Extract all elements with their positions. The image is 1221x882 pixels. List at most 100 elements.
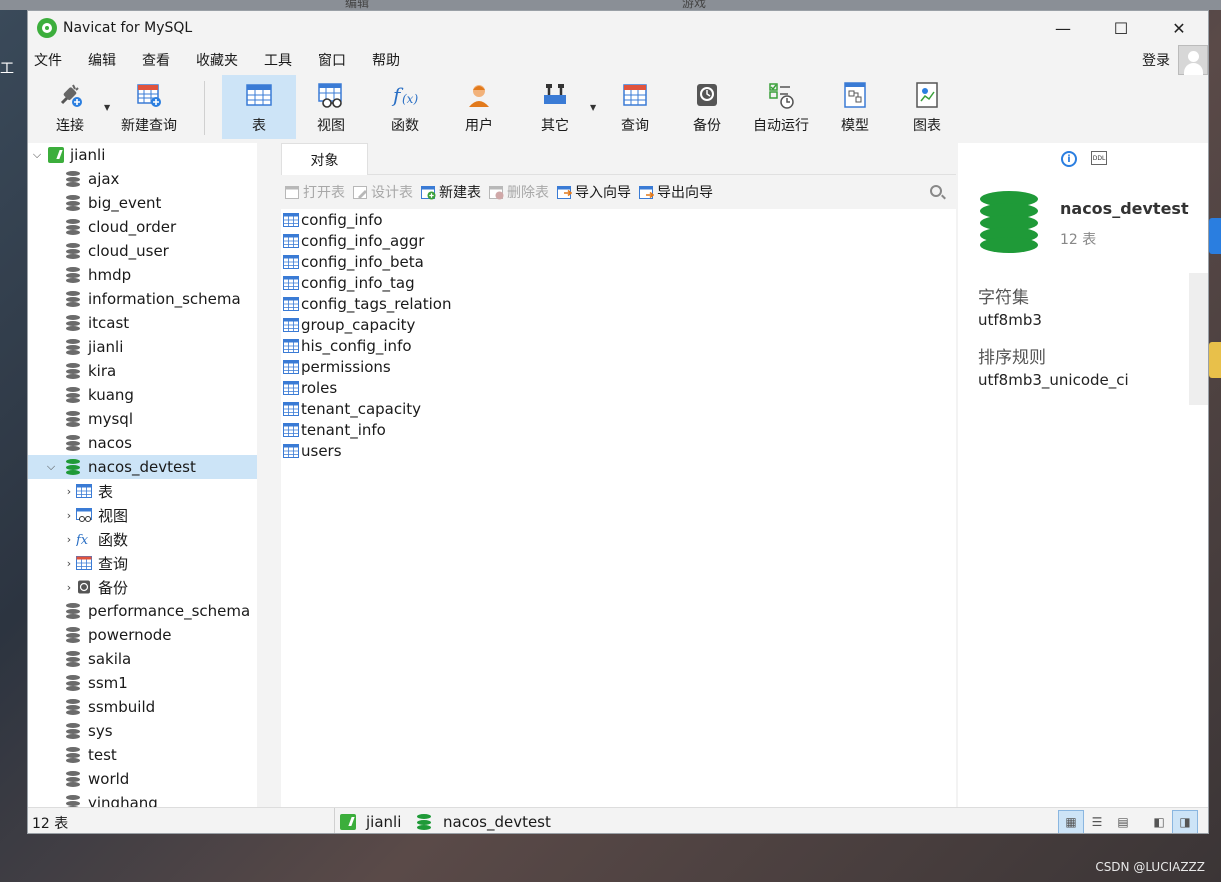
toolbar-schedule-button[interactable]: 自动运行 — [746, 75, 816, 139]
tree-db-item[interactable]: yinghang — [28, 791, 257, 807]
chevron-right-icon[interactable]: › — [62, 485, 76, 498]
table-item[interactable]: roles — [281, 377, 956, 398]
maximize-button[interactable]: ☐ — [1092, 11, 1150, 45]
tree-db-item[interactable]: performance_schema — [28, 599, 257, 623]
grid-view-icon[interactable]: ▦ — [1058, 810, 1084, 833]
chevron-right-icon[interactable]: › — [62, 509, 76, 522]
tools-icon — [541, 81, 569, 109]
toolbar-function-button[interactable]: f (x) 函数 — [372, 75, 438, 139]
database-icon — [66, 435, 80, 451]
menu-window[interactable]: 窗口 — [312, 50, 366, 70]
toolbar-backup-button[interactable]: 备份 — [674, 75, 740, 139]
menu-file[interactable]: 文件 — [28, 50, 82, 70]
chevron-down-icon[interactable]: ▼ — [590, 103, 596, 112]
split-right-icon[interactable]: ◨ — [1172, 810, 1198, 833]
tree-db-item[interactable]: jianli — [28, 335, 257, 359]
tree-sub-tables[interactable]: › 表 — [28, 479, 257, 503]
tree-db-item[interactable]: sakila — [28, 647, 257, 671]
design-table-button[interactable]: 设计表 — [353, 182, 413, 202]
tree-db-item[interactable]: nacos — [28, 431, 257, 455]
import-wizard-button[interactable]: 导入向导 — [557, 182, 631, 202]
toolbar-connect-button[interactable]: 连接 — [42, 75, 98, 139]
tree-connection-jianli[interactable]: ⌵ jianli — [28, 143, 257, 167]
table-item[interactable]: users — [281, 440, 956, 461]
menu-help[interactable]: 帮助 — [366, 50, 417, 70]
chevron-down-icon[interactable]: ▼ — [104, 103, 110, 112]
tree-db-item[interactable]: test — [28, 743, 257, 767]
tree-db-item[interactable]: hmdp — [28, 263, 257, 287]
toolbar-new-query-button[interactable]: 新建查询 — [116, 75, 182, 139]
chevron-right-icon[interactable]: › — [62, 581, 76, 594]
tree-db-item[interactable]: mysql — [28, 407, 257, 431]
table-item[interactable]: tenant_info — [281, 419, 956, 440]
toolbar-other-button[interactable]: 其它 — [522, 75, 588, 139]
toolbar-user-button[interactable]: 用户 — [446, 75, 512, 139]
menu-edit[interactable]: 编辑 — [82, 50, 136, 70]
tree-db-item[interactable]: information_schema — [28, 287, 257, 311]
toolbar-label: 自动运行 — [753, 118, 809, 134]
chevron-down-icon[interactable]: ⌵ — [44, 460, 58, 474]
info-icon[interactable]: i — [1061, 151, 1077, 167]
split-left-icon[interactable]: ◧ — [1146, 810, 1172, 833]
tree-db-nacos-devtest[interactable]: ⌵ nacos_devtest — [28, 455, 257, 479]
tree-db-item[interactable]: ssmbuild — [28, 695, 257, 719]
avatar[interactable] — [1178, 45, 1208, 75]
detail-view-icon[interactable]: ▤ — [1110, 810, 1136, 833]
chevron-down-icon[interactable]: ⌵ — [30, 148, 44, 162]
tree-sub-backups[interactable]: › 备份 — [28, 575, 257, 599]
table-item[interactable]: his_config_info — [281, 335, 956, 356]
tree-db-item[interactable]: ssm1 — [28, 671, 257, 695]
table-icon — [283, 401, 299, 416]
tree-db-item[interactable]: cloud_order — [28, 215, 257, 239]
ddl-icon[interactable]: DDL — [1091, 151, 1107, 165]
table-item[interactable]: permissions — [281, 356, 956, 377]
login-link[interactable]: 登录 — [1142, 50, 1170, 70]
info-panel-scrollbar[interactable] — [1189, 273, 1208, 405]
table-item[interactable]: config_info_beta — [281, 251, 956, 272]
toolbar-chart-button[interactable]: 图表 — [894, 75, 960, 139]
status-count: 12 表 — [32, 816, 69, 832]
search-icon[interactable] — [930, 185, 942, 197]
open-table-button[interactable]: 打开表 — [285, 182, 345, 202]
tree-db-item[interactable]: cloud_user — [28, 239, 257, 263]
menu-favorites[interactable]: 收藏夹 — [190, 50, 258, 70]
tree-label: big_event — [88, 194, 162, 212]
menu-tools[interactable]: 工具 — [258, 50, 312, 70]
tree-db-item[interactable]: kuang — [28, 383, 257, 407]
tree-db-item[interactable]: powernode — [28, 623, 257, 647]
list-view-icon[interactable]: ☰ — [1084, 810, 1110, 833]
tree-sub-functions[interactable]: › fx 函数 — [28, 527, 257, 551]
tree-sub-queries[interactable]: › 查询 — [28, 551, 257, 575]
toolbar-table-button[interactable]: 表 — [222, 75, 296, 139]
close-button[interactable]: ✕ — [1150, 11, 1208, 45]
tree-db-item[interactable]: big_event — [28, 191, 257, 215]
tree-db-item[interactable]: world — [28, 767, 257, 791]
chevron-right-icon[interactable]: › — [62, 533, 76, 546]
menu-view[interactable]: 查看 — [136, 50, 190, 70]
new-table-button[interactable]: 新建表 — [421, 182, 481, 202]
tree-db-item[interactable]: itcast — [28, 311, 257, 335]
tab-objects[interactable]: 对象 — [281, 143, 368, 175]
table-list: config_info config_info_aggr config_info_b… — [281, 209, 956, 461]
tree-db-item[interactable]: sys — [28, 719, 257, 743]
toolbar-query-button[interactable]: 查询 — [602, 75, 668, 139]
toolbar-model-button[interactable]: 模型 — [822, 75, 888, 139]
toolbar-divider — [204, 81, 205, 135]
toolbar-view-button[interactable]: 视图 — [298, 75, 364, 139]
minimize-button[interactable]: — — [1034, 11, 1092, 45]
tree-db-item[interactable]: kira — [28, 359, 257, 383]
table-item[interactable]: config_info — [281, 209, 956, 230]
chevron-right-icon[interactable]: › — [62, 557, 76, 570]
table-item[interactable]: group_capacity — [281, 314, 956, 335]
table-item[interactable]: config_info_aggr — [281, 230, 956, 251]
tree-db-item[interactable]: ajax — [28, 167, 257, 191]
tree-sub-views[interactable]: › 视图 — [28, 503, 257, 527]
table-item[interactable]: tenant_capacity — [281, 398, 956, 419]
tree-label: nacos — [88, 434, 132, 452]
table-item[interactable]: config_tags_relation — [281, 293, 956, 314]
table-item[interactable]: config_info_tag — [281, 272, 956, 293]
new-query-icon — [135, 81, 163, 109]
database-icon — [66, 723, 80, 739]
export-wizard-button[interactable]: 导出向导 — [639, 182, 713, 202]
delete-table-button[interactable]: 删除表 — [489, 182, 549, 202]
